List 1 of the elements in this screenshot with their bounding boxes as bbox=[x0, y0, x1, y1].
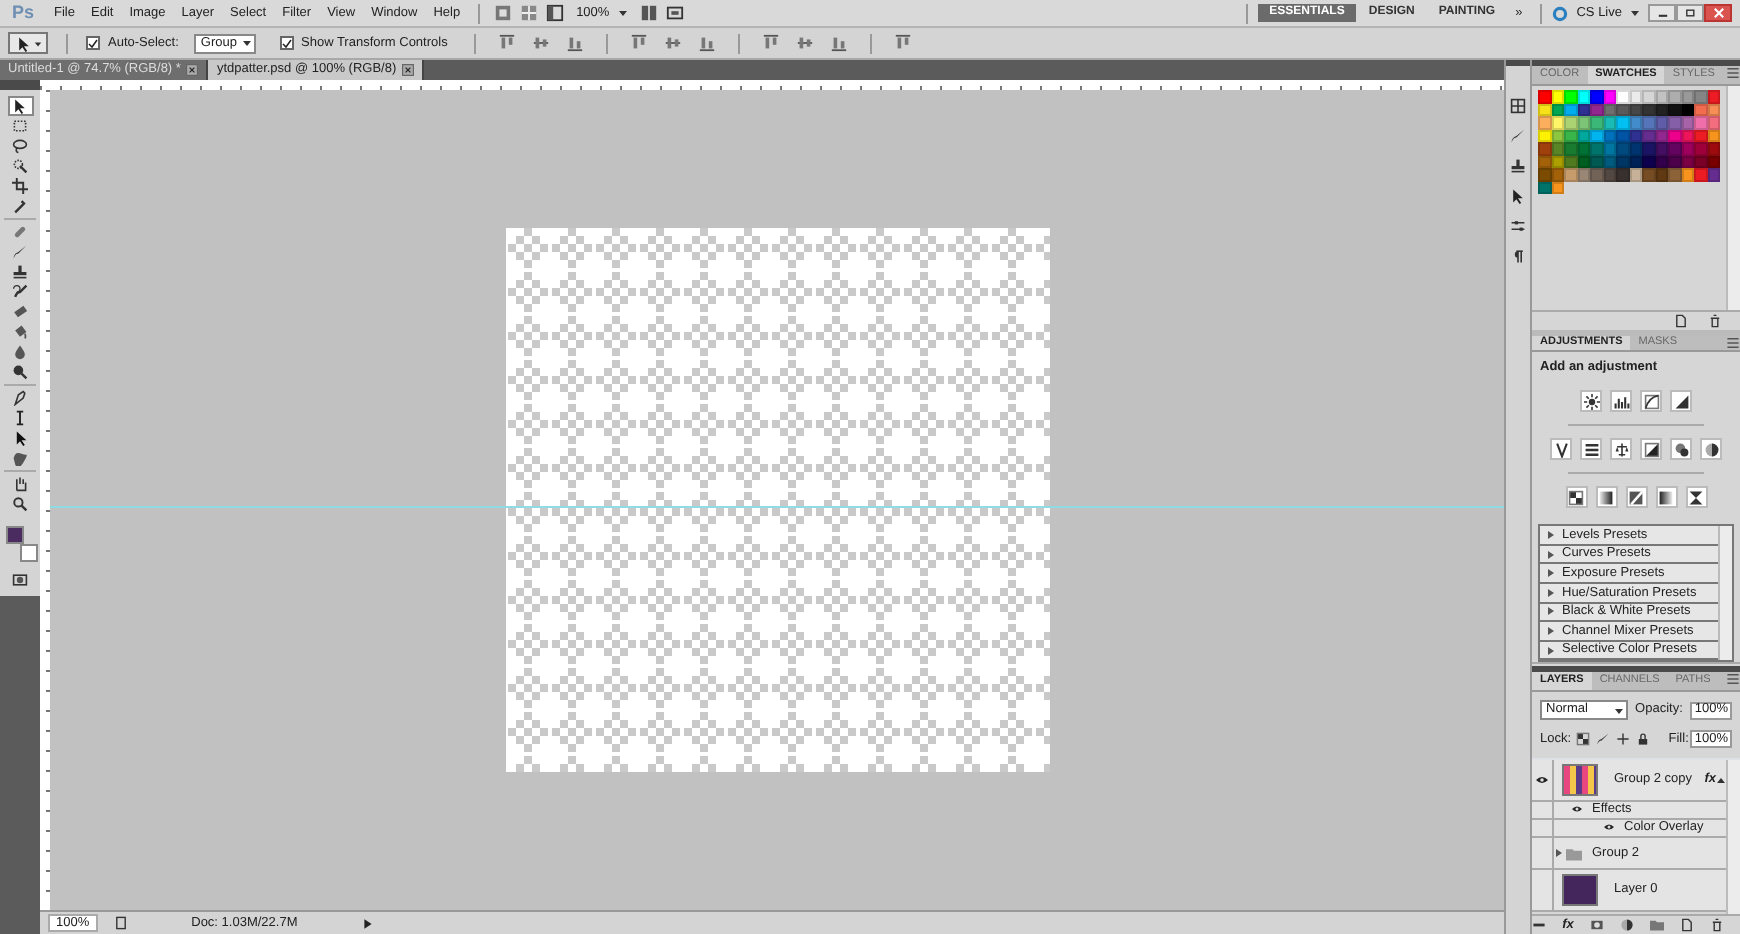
app-logo: Ps bbox=[10, 3, 37, 23]
